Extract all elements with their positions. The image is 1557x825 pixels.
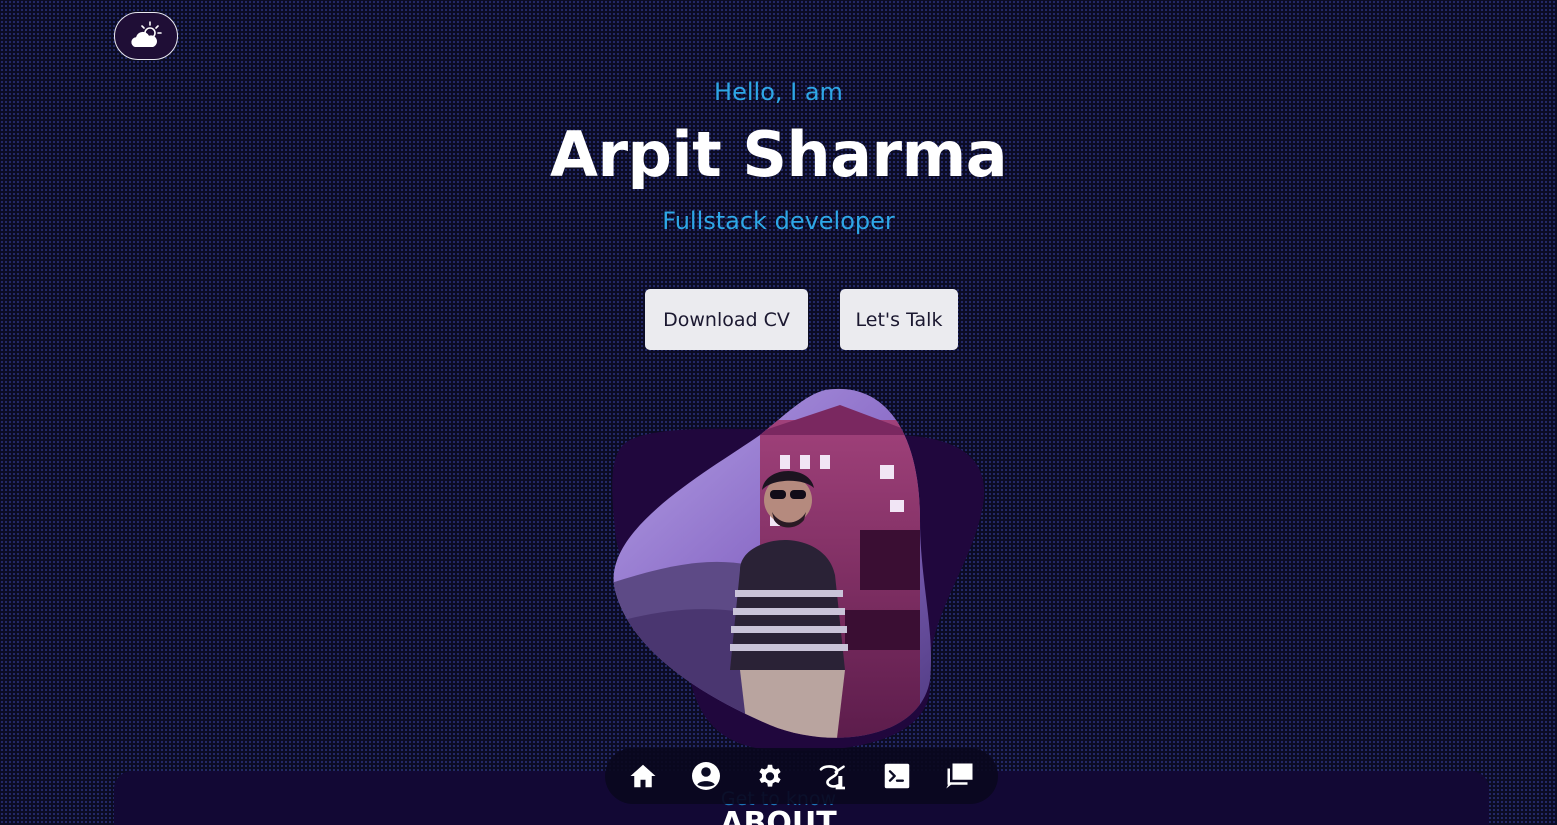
- user-icon: [692, 762, 721, 790]
- hero-portrait: [612, 388, 985, 751]
- hero-name: Arpit Sharma: [549, 118, 1008, 191]
- home-icon: [630, 764, 656, 788]
- terminal-icon: [884, 763, 909, 789]
- lets-talk-button[interactable]: Let's Talk: [840, 289, 958, 350]
- gear-icon: [759, 764, 781, 787]
- cloud-sun-icon: [131, 21, 162, 47]
- nav-item-about[interactable]: [683, 753, 729, 799]
- hero-role: Fullstack developer: [662, 207, 895, 235]
- download-cv-button[interactable]: Download CV: [645, 289, 808, 350]
- nav-item-home[interactable]: [620, 753, 666, 799]
- hero-greeting: Hello, I am: [714, 78, 843, 106]
- nav-item-portfolio[interactable]: [810, 753, 856, 799]
- chat-icon: [946, 763, 973, 789]
- theme-toggle-button[interactable]: [114, 12, 178, 60]
- nav-item-contact[interactable]: [937, 753, 983, 799]
- nav-item-skills[interactable]: [747, 753, 793, 799]
- nav-item-projects[interactable]: [874, 753, 920, 799]
- about-title: ABOUT: [720, 806, 837, 825]
- portfolio-icon: [819, 765, 846, 790]
- bottom-nav: [605, 748, 998, 804]
